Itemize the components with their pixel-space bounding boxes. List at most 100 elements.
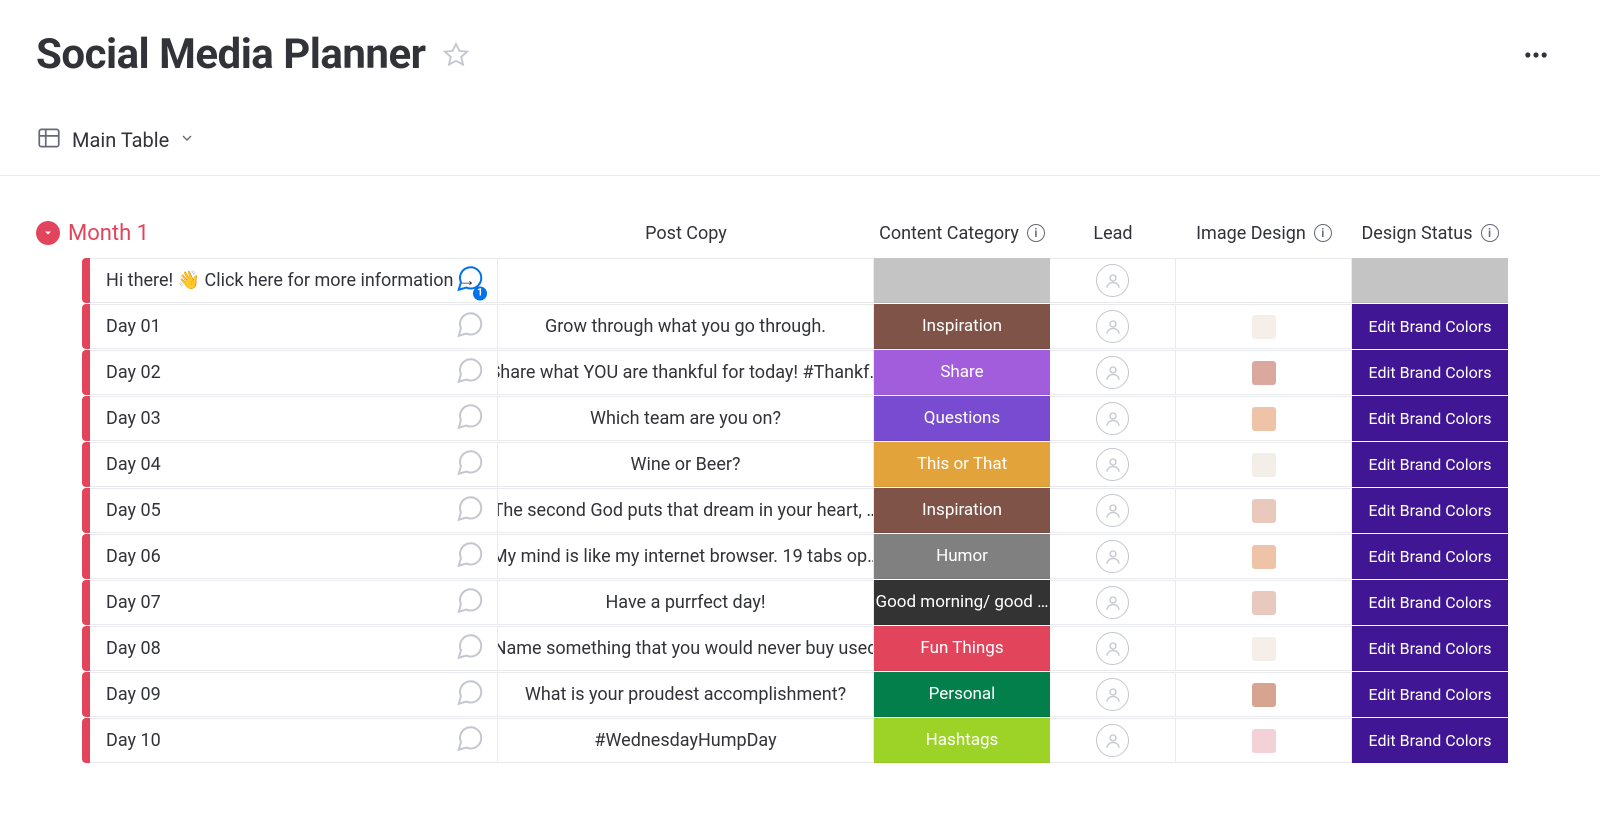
content-category-cell[interactable]: Hashtags	[874, 718, 1050, 763]
image-design-cell[interactable]	[1176, 718, 1352, 763]
lead-cell[interactable]	[1050, 258, 1176, 303]
design-status-cell[interactable]: Edit Brand Colors	[1352, 580, 1508, 625]
lead-cell[interactable]	[1050, 442, 1176, 487]
table-row: Day 08Name something that you would neve…	[36, 626, 1570, 671]
chat-bubble-icon[interactable]	[455, 355, 485, 390]
favorite-star-icon[interactable]	[442, 41, 470, 69]
post-copy-cell[interactable]: Have a purrfect day!	[498, 580, 874, 625]
column-header-post-copy[interactable]: Post Copy	[498, 223, 874, 244]
design-status-cell[interactable]: Edit Brand Colors	[1352, 350, 1508, 395]
view-selector[interactable]: Main Table	[36, 125, 1570, 175]
item-name-cell[interactable]: Day 07	[90, 580, 498, 625]
design-status-cell[interactable]: Edit Brand Colors	[1352, 672, 1508, 717]
lead-cell[interactable]	[1050, 534, 1176, 579]
image-design-cell[interactable]	[1176, 396, 1352, 441]
view-name: Main Table	[72, 128, 169, 152]
lead-cell[interactable]	[1050, 488, 1176, 533]
image-design-cell[interactable]	[1176, 258, 1352, 303]
chat-bubble-icon[interactable]	[455, 401, 485, 436]
info-icon[interactable]: i	[1027, 224, 1045, 242]
post-copy-cell[interactable]: #WednesdayHumpDay	[498, 718, 874, 763]
post-copy-cell[interactable]: What is your proudest accomplishment?	[498, 672, 874, 717]
chat-bubble-icon[interactable]	[455, 447, 485, 482]
chat-bubble-icon[interactable]	[455, 539, 485, 574]
chat-notification-icon[interactable]: 1	[455, 263, 485, 298]
post-copy-cell[interactable]: Grow through what you go through.	[498, 304, 874, 349]
chat-bubble-icon[interactable]	[455, 631, 485, 666]
post-copy-cell[interactable]	[498, 258, 874, 303]
item-name-cell[interactable]: Day 05	[90, 488, 498, 533]
content-category-cell[interactable]: Humor	[874, 534, 1050, 579]
item-name-cell[interactable]: Day 04	[90, 442, 498, 487]
item-name-cell[interactable]: Hi there! 👋 Click here for more informat…	[90, 258, 498, 303]
image-design-cell[interactable]	[1176, 488, 1352, 533]
item-name-cell[interactable]: Day 02	[90, 350, 498, 395]
image-design-cell[interactable]	[1176, 442, 1352, 487]
row-color-bar	[82, 350, 90, 395]
design-status-cell[interactable]: Edit Brand Colors	[1352, 488, 1508, 533]
image-design-cell[interactable]	[1176, 534, 1352, 579]
lead-cell[interactable]	[1050, 580, 1176, 625]
post-copy-cell[interactable]: Which team are you on?	[498, 396, 874, 441]
lead-cell[interactable]	[1050, 350, 1176, 395]
content-category-cell[interactable]: Inspiration	[874, 304, 1050, 349]
item-name-cell[interactable]: Day 09	[90, 672, 498, 717]
image-design-cell[interactable]	[1176, 304, 1352, 349]
content-category-cell[interactable]: Personal	[874, 672, 1050, 717]
chat-bubble-icon[interactable]	[455, 585, 485, 620]
item-name-cell[interactable]: Day 01	[90, 304, 498, 349]
design-status-cell[interactable]: Edit Brand Colors	[1352, 304, 1508, 349]
post-copy-cell[interactable]: My mind is like my internet browser. 19 …	[498, 534, 874, 579]
chat-bubble-icon[interactable]	[455, 493, 485, 528]
content-category-cell[interactable]: Questions	[874, 396, 1050, 441]
group-collapse-toggle[interactable]	[36, 221, 60, 245]
info-icon[interactable]: i	[1481, 224, 1499, 242]
post-copy-cell[interactable]: The second God puts that dream in your h…	[498, 488, 874, 533]
group-title[interactable]: Month 1	[68, 221, 498, 246]
lead-cell[interactable]	[1050, 626, 1176, 671]
item-name-cell[interactable]: Day 06	[90, 534, 498, 579]
item-name-cell[interactable]: Day 03	[90, 396, 498, 441]
design-status-cell[interactable]: Edit Brand Colors	[1352, 442, 1508, 487]
image-thumbnail	[1252, 591, 1276, 615]
chat-bubble-icon[interactable]	[455, 723, 485, 758]
table-row: Day 10 #WednesdayHumpDayHashtags Edit Bran…	[36, 718, 1570, 763]
item-name: Hi there! 👋 Click here for more informat…	[106, 270, 476, 291]
image-design-cell[interactable]	[1176, 626, 1352, 671]
row-color-bar	[82, 580, 90, 625]
content-category-cell[interactable]: Fun Things	[874, 626, 1050, 671]
more-options-icon[interactable]	[1522, 41, 1570, 69]
content-category-cell[interactable]: Good morning/ good …	[874, 580, 1050, 625]
content-category-cell[interactable]: Inspiration	[874, 488, 1050, 533]
content-category-cell[interactable]: This or That	[874, 442, 1050, 487]
content-category-cell[interactable]	[874, 258, 1050, 303]
column-header-image-design[interactable]: Image Design i	[1176, 223, 1352, 244]
item-name-cell[interactable]: Day 08	[90, 626, 498, 671]
lead-cell[interactable]	[1050, 718, 1176, 763]
design-status-cell[interactable]: Edit Brand Colors	[1352, 396, 1508, 441]
row-color-bar	[82, 258, 90, 303]
lead-cell[interactable]	[1050, 396, 1176, 441]
item-name: Day 10	[106, 730, 161, 751]
design-status-cell[interactable]: Edit Brand Colors	[1352, 626, 1508, 671]
person-placeholder-icon	[1096, 356, 1129, 389]
design-status-cell[interactable]	[1352, 258, 1508, 303]
chat-bubble-icon[interactable]	[455, 677, 485, 712]
info-icon[interactable]: i	[1314, 224, 1332, 242]
column-header-content-category[interactable]: Content Category i	[874, 223, 1050, 244]
image-design-cell[interactable]	[1176, 350, 1352, 395]
design-status-cell[interactable]: Edit Brand Colors	[1352, 534, 1508, 579]
post-copy-cell[interactable]: Share what YOU are thankful for today! #…	[498, 350, 874, 395]
post-copy-cell[interactable]: Wine or Beer?	[498, 442, 874, 487]
column-header-design-status[interactable]: Design Status i	[1352, 223, 1508, 244]
image-design-cell[interactable]	[1176, 672, 1352, 717]
post-copy-cell[interactable]: Name something that you would never buy …	[498, 626, 874, 671]
design-status-cell[interactable]: Edit Brand Colors	[1352, 718, 1508, 763]
item-name-cell[interactable]: Day 10	[90, 718, 498, 763]
column-header-lead[interactable]: Lead	[1050, 223, 1176, 244]
image-design-cell[interactable]	[1176, 580, 1352, 625]
lead-cell[interactable]	[1050, 304, 1176, 349]
chat-bubble-icon[interactable]	[455, 309, 485, 344]
content-category-cell[interactable]: Share	[874, 350, 1050, 395]
lead-cell[interactable]	[1050, 672, 1176, 717]
